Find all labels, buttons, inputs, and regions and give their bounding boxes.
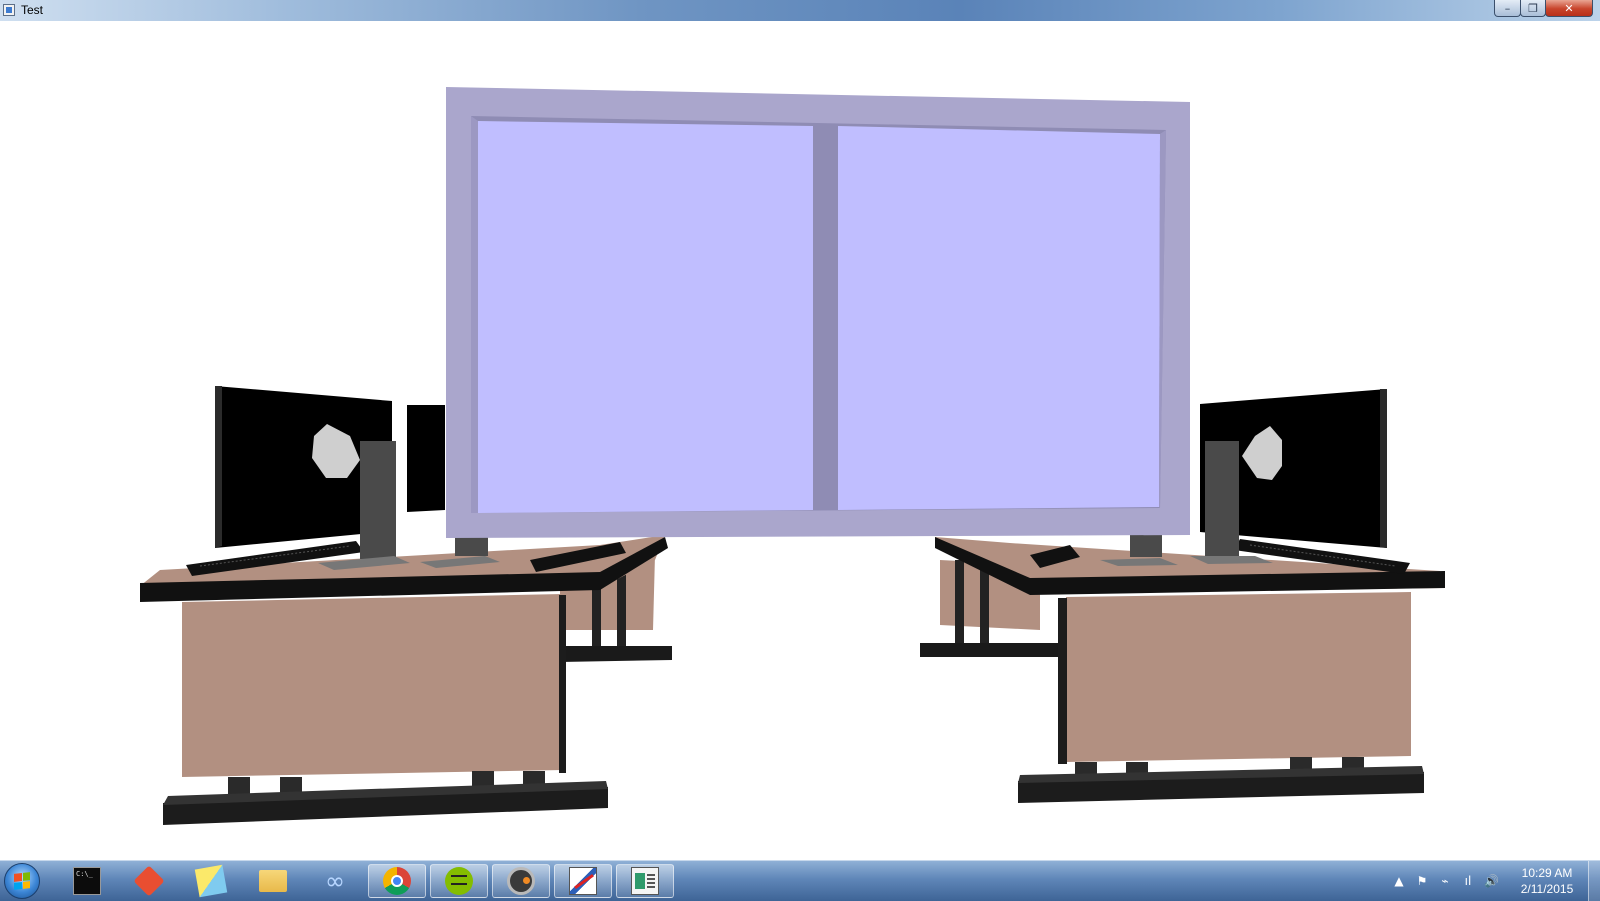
left-back-monitor bbox=[407, 405, 445, 512]
taskbar: C:\_ ∞ ▲ ⚑ ⌁ ıl 🔊 10:29 AM 2/11/2015 bbox=[0, 860, 1600, 901]
paint-icon bbox=[569, 867, 597, 895]
3d-viewport[interactable] bbox=[0, 21, 1600, 860]
right-back-leg bbox=[980, 562, 989, 647]
action-center-flag-icon[interactable]: ⚑ bbox=[1415, 874, 1429, 888]
app-window-icon[interactable] bbox=[3, 4, 15, 16]
taskbar-item-sticky-notes[interactable] bbox=[182, 864, 240, 898]
command-prompt-icon: C:\_ bbox=[73, 867, 101, 895]
center-board bbox=[446, 87, 1190, 538]
taskbar-item-visual-studio[interactable]: ∞ bbox=[306, 864, 364, 898]
left-desk-cabinet bbox=[182, 594, 563, 777]
clock-time: 10:29 AM bbox=[1521, 866, 1573, 880]
taskbar-item-app-c[interactable] bbox=[492, 864, 550, 898]
left-cabinet-edge bbox=[559, 595, 566, 773]
right-monitor-bezel bbox=[1380, 389, 1387, 548]
clock-date: 2/11/2015 bbox=[1520, 882, 1574, 896]
board-panel-left bbox=[478, 121, 813, 513]
right-cabinet-edge bbox=[1058, 598, 1067, 764]
right-monitor-stand bbox=[1205, 441, 1239, 559]
taskbar-item-spotify[interactable] bbox=[430, 864, 488, 898]
window-title: Test bbox=[21, 3, 44, 17]
left-monitor-bezel bbox=[215, 386, 222, 548]
minimize-button[interactable]: – bbox=[1494, 0, 1521, 17]
start-button[interactable] bbox=[4, 863, 40, 899]
git-icon bbox=[133, 865, 165, 897]
app-c-icon bbox=[507, 867, 535, 895]
test-app-icon bbox=[631, 867, 659, 895]
spotify-icon bbox=[445, 867, 473, 895]
windows-logo-icon bbox=[14, 872, 30, 890]
network-icon[interactable]: ıl bbox=[1461, 874, 1475, 888]
left-back-leg bbox=[617, 570, 626, 646]
right-desk-cabinet bbox=[1066, 592, 1411, 762]
system-tray: ▲ ⚑ ⌁ ıl 🔊 bbox=[1392, 873, 1499, 889]
visual-studio-icon: ∞ bbox=[325, 867, 345, 895]
taskbar-clock[interactable]: 10:29 AM 2/11/2015 bbox=[1507, 865, 1587, 897]
board-panel-right bbox=[838, 126, 1160, 510]
show-desktop-button[interactable] bbox=[1588, 861, 1600, 901]
right-back-leg bbox=[955, 560, 964, 645]
taskbar-item-test-app[interactable] bbox=[616, 864, 674, 898]
volume-icon[interactable]: 🔊 bbox=[1484, 874, 1499, 888]
scene-render bbox=[140, 87, 1445, 825]
taskbar-item-paint[interactable] bbox=[554, 864, 612, 898]
window-titlebar[interactable]: Test – ❐ ✕ bbox=[0, 0, 1600, 22]
close-button[interactable]: ✕ bbox=[1545, 0, 1593, 17]
show-hidden-icons-icon[interactable]: ▲ bbox=[1392, 874, 1406, 888]
chrome-icon bbox=[383, 867, 411, 895]
power-icon[interactable]: ⌁ bbox=[1438, 874, 1452, 888]
board-panel-left-inner-edge bbox=[471, 116, 478, 513]
sticky-notes-icon bbox=[194, 864, 228, 898]
taskbar-item-git[interactable] bbox=[120, 864, 178, 898]
taskbar-item-file-explorer[interactable] bbox=[244, 864, 302, 898]
taskbar-item-chrome[interactable] bbox=[368, 864, 426, 898]
folder-icon bbox=[259, 870, 287, 892]
taskbar-item-command-prompt[interactable]: C:\_ bbox=[58, 864, 116, 898]
left-back-foot bbox=[560, 646, 672, 662]
right-back-foot bbox=[920, 643, 1060, 657]
maximize-button[interactable]: ❐ bbox=[1520, 0, 1546, 17]
left-monitor-stand bbox=[360, 441, 396, 559]
